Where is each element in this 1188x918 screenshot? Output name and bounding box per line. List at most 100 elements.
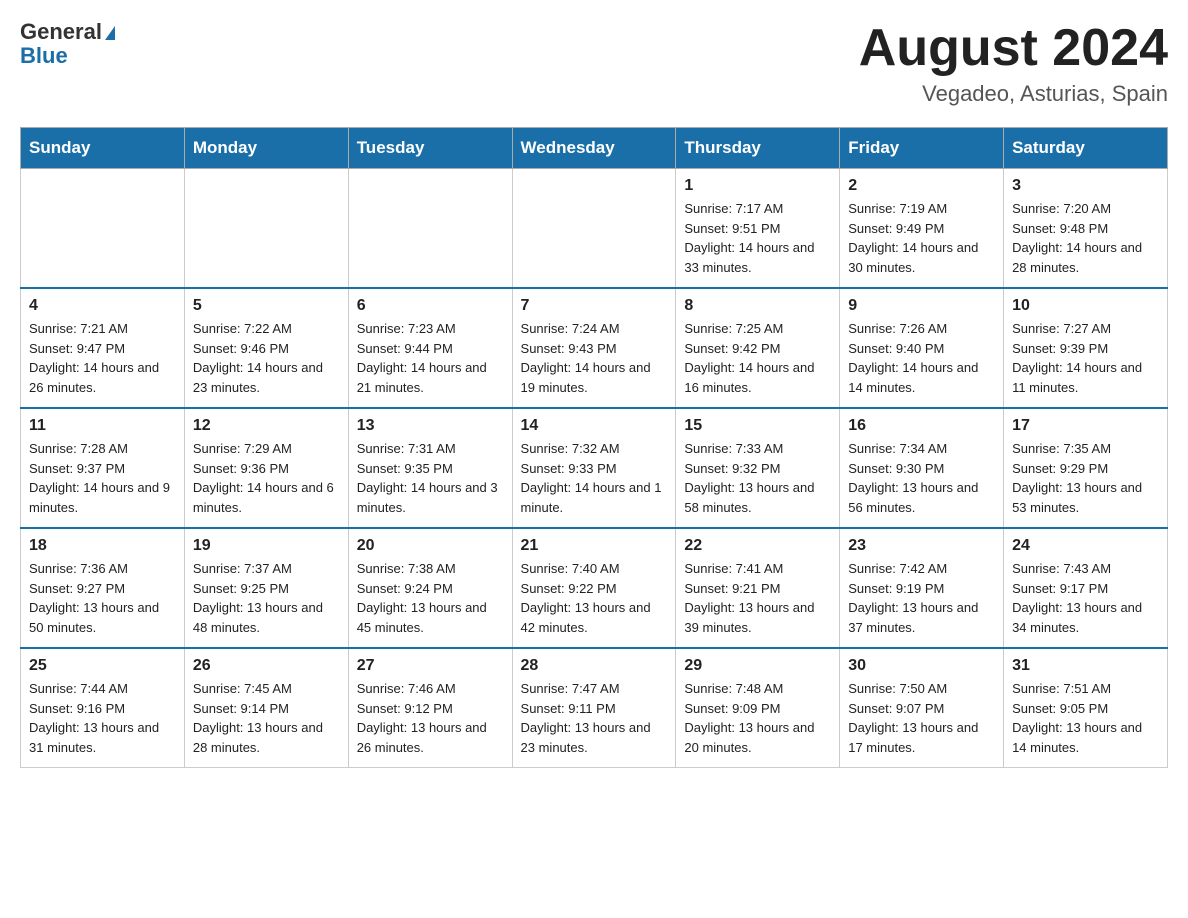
- day-number: 25: [29, 657, 176, 675]
- day-info: Sunrise: 7:27 AMSunset: 9:39 PMDaylight:…: [1012, 319, 1159, 397]
- day-number: 3: [1012, 177, 1159, 195]
- day-number: 15: [684, 417, 831, 435]
- day-info: Sunrise: 7:33 AMSunset: 9:32 PMDaylight:…: [684, 439, 831, 517]
- calendar-cell: 17 Sunrise: 7:35 AMSunset: 9:29 PMDayligh…: [1004, 408, 1168, 528]
- calendar-cell: 24Sunrise: 7:43 AMSunset: 9:17 PMDayligh…: [1004, 528, 1168, 648]
- day-number: 19: [193, 537, 340, 555]
- calendar-cell: 25 Sunrise: 7:44 AMSunset: 9:16 PMDayligh…: [21, 648, 185, 768]
- calendar-cell: 26 Sunrise: 7:45 AMSunset: 9:14 PMDayligh…: [184, 648, 348, 768]
- day-info: Sunrise: 7:36 AMSunset: 9:27 PMDaylight:…: [29, 559, 176, 637]
- day-number: 31: [1012, 657, 1159, 675]
- calendar-header-row: SundayMondayTuesdayWednesdayThursdayFrid…: [21, 128, 1168, 169]
- calendar-cell: 6 Sunrise: 7:23 AMSunset: 9:44 PMDaylight…: [348, 288, 512, 408]
- column-header-monday: Monday: [184, 128, 348, 169]
- logo-general-text: General: [20, 19, 102, 44]
- calendar-cell: 12 Sunrise: 7:29 AMSunset: 9:36 PMDayligh…: [184, 408, 348, 528]
- column-header-saturday: Saturday: [1004, 128, 1168, 169]
- calendar-week-row: 25 Sunrise: 7:44 AMSunset: 9:16 PMDayligh…: [21, 648, 1168, 768]
- calendar-cell: 19 Sunrise: 7:37 AMSunset: 9:25 PMDayligh…: [184, 528, 348, 648]
- day-number: 23: [848, 537, 995, 555]
- day-info: Sunrise: 7:48 AMSunset: 9:09 PMDaylight:…: [684, 679, 831, 757]
- calendar-cell: 28 Sunrise: 7:47 AMSunset: 9:11 PMDayligh…: [512, 648, 676, 768]
- day-info: Sunrise: 7:35 AMSunset: 9:29 PMDaylight:…: [1012, 439, 1159, 517]
- day-number: 12: [193, 417, 340, 435]
- calendar-cell: 27 Sunrise: 7:46 AMSunset: 9:12 PMDayligh…: [348, 648, 512, 768]
- day-number: 30: [848, 657, 995, 675]
- calendar-cell: 14 Sunrise: 7:32 AMSunset: 9:33 PMDayligh…: [512, 408, 676, 528]
- day-number: 11: [29, 417, 176, 435]
- day-number: 20: [357, 537, 504, 555]
- calendar-cell: 13 Sunrise: 7:31 AMSunset: 9:35 PMDayligh…: [348, 408, 512, 528]
- day-number: 26: [193, 657, 340, 675]
- day-info: Sunrise: 7:25 AMSunset: 9:42 PMDaylight:…: [684, 319, 831, 397]
- calendar-cell: [348, 169, 512, 289]
- day-info: Sunrise: 7:43 AMSunset: 9:17 PMDaylight:…: [1012, 559, 1159, 637]
- calendar-cell: 3Sunrise: 7:20 AMSunset: 9:48 PMDaylight…: [1004, 169, 1168, 289]
- calendar-cell: 9Sunrise: 7:26 AMSunset: 9:40 PMDaylight…: [840, 288, 1004, 408]
- day-info: Sunrise: 7:37 AMSunset: 9:25 PMDaylight:…: [193, 559, 340, 637]
- day-number: 29: [684, 657, 831, 675]
- day-info: Sunrise: 7:22 AMSunset: 9:46 PMDaylight:…: [193, 319, 340, 397]
- day-info: Sunrise: 7:38 AMSunset: 9:24 PMDaylight:…: [357, 559, 504, 637]
- day-number: 5: [193, 297, 340, 315]
- day-info: Sunrise: 7:32 AMSunset: 9:33 PMDaylight:…: [521, 439, 668, 517]
- calendar-cell: 16 Sunrise: 7:34 AMSunset: 9:30 PMDayligh…: [840, 408, 1004, 528]
- day-info: Sunrise: 7:23 AMSunset: 9:44 PMDaylight:…: [357, 319, 504, 397]
- calendar-cell: [512, 169, 676, 289]
- calendar-cell: 18 Sunrise: 7:36 AMSunset: 9:27 PMDayligh…: [21, 528, 185, 648]
- day-info: Sunrise: 7:50 AMSunset: 9:07 PMDaylight:…: [848, 679, 995, 757]
- title-block: August 2024 Vegadeo, Asturias, Spain: [859, 20, 1168, 107]
- column-header-wednesday: Wednesday: [512, 128, 676, 169]
- calendar-cell: 11Sunrise: 7:28 AMSunset: 9:37 PMDayligh…: [21, 408, 185, 528]
- column-header-friday: Friday: [840, 128, 1004, 169]
- logo-blue-text: Blue: [20, 43, 68, 68]
- day-number: 9: [848, 297, 995, 315]
- day-info: Sunrise: 7:40 AMSunset: 9:22 PMDaylight:…: [521, 559, 668, 637]
- calendar-cell: 15 Sunrise: 7:33 AMSunset: 9:32 PMDayligh…: [676, 408, 840, 528]
- day-number: 22: [684, 537, 831, 555]
- calendar-week-row: 18 Sunrise: 7:36 AMSunset: 9:27 PMDayligh…: [21, 528, 1168, 648]
- day-number: 10: [1012, 297, 1159, 315]
- day-number: 7: [521, 297, 668, 315]
- day-info: Sunrise: 7:47 AMSunset: 9:11 PMDaylight:…: [521, 679, 668, 757]
- day-number: 1: [684, 177, 831, 195]
- day-info: Sunrise: 7:51 AMSunset: 9:05 PMDaylight:…: [1012, 679, 1159, 757]
- day-info: Sunrise: 7:31 AMSunset: 9:35 PMDaylight:…: [357, 439, 504, 517]
- calendar-week-row: 11Sunrise: 7:28 AMSunset: 9:37 PMDayligh…: [21, 408, 1168, 528]
- calendar-cell: 20 Sunrise: 7:38 AMSunset: 9:24 PMDayligh…: [348, 528, 512, 648]
- day-number: 18: [29, 537, 176, 555]
- column-header-thursday: Thursday: [676, 128, 840, 169]
- day-number: 6: [357, 297, 504, 315]
- day-number: 16: [848, 417, 995, 435]
- calendar-cell: 2 Sunrise: 7:19 AMSunset: 9:49 PMDaylight…: [840, 169, 1004, 289]
- day-number: 8: [684, 297, 831, 315]
- calendar-cell: 1Sunrise: 7:17 AMSunset: 9:51 PMDaylight…: [676, 169, 840, 289]
- day-number: 14: [521, 417, 668, 435]
- calendar-cell: 30 Sunrise: 7:50 AMSunset: 9:07 PMDayligh…: [840, 648, 1004, 768]
- day-number: 2: [848, 177, 995, 195]
- location-title: Vegadeo, Asturias, Spain: [859, 81, 1168, 107]
- calendar-week-row: 1Sunrise: 7:17 AMSunset: 9:51 PMDaylight…: [21, 169, 1168, 289]
- day-number: 17: [1012, 417, 1159, 435]
- logo-triangle-icon: [105, 26, 115, 40]
- day-number: 28: [521, 657, 668, 675]
- calendar-cell: [184, 169, 348, 289]
- day-info: Sunrise: 7:21 AMSunset: 9:47 PMDaylight:…: [29, 319, 176, 397]
- day-info: Sunrise: 7:34 AMSunset: 9:30 PMDaylight:…: [848, 439, 995, 517]
- calendar-week-row: 4Sunrise: 7:21 AMSunset: 9:47 PMDaylight…: [21, 288, 1168, 408]
- calendar-cell: [21, 169, 185, 289]
- day-info: Sunrise: 7:46 AMSunset: 9:12 PMDaylight:…: [357, 679, 504, 757]
- day-number: 13: [357, 417, 504, 435]
- calendar-cell: 10 Sunrise: 7:27 AMSunset: 9:39 PMDayligh…: [1004, 288, 1168, 408]
- day-info: Sunrise: 7:41 AMSunset: 9:21 PMDaylight:…: [684, 559, 831, 637]
- day-number: 27: [357, 657, 504, 675]
- calendar-cell: 29 Sunrise: 7:48 AMSunset: 9:09 PMDayligh…: [676, 648, 840, 768]
- day-info: Sunrise: 7:29 AMSunset: 9:36 PMDaylight:…: [193, 439, 340, 517]
- day-info: Sunrise: 7:19 AMSunset: 9:49 PMDaylight:…: [848, 199, 995, 277]
- calendar-cell: 23Sunrise: 7:42 AMSunset: 9:19 PMDayligh…: [840, 528, 1004, 648]
- day-info: Sunrise: 7:45 AMSunset: 9:14 PMDaylight:…: [193, 679, 340, 757]
- day-info: Sunrise: 7:44 AMSunset: 9:16 PMDaylight:…: [29, 679, 176, 757]
- day-info: Sunrise: 7:24 AMSunset: 9:43 PMDaylight:…: [521, 319, 668, 397]
- calendar-table: SundayMondayTuesdayWednesdayThursdayFrid…: [20, 127, 1168, 768]
- column-header-tuesday: Tuesday: [348, 128, 512, 169]
